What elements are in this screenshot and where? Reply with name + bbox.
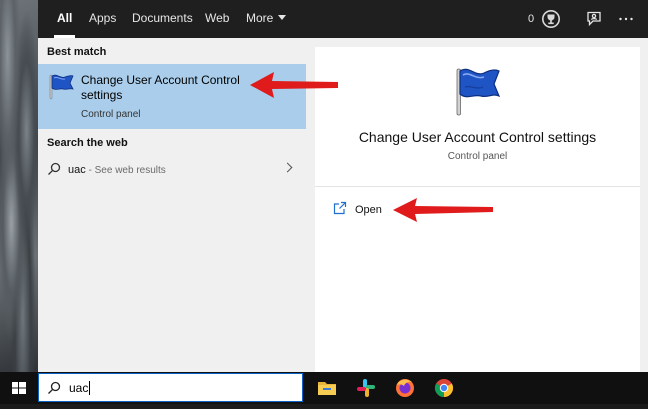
- start-button[interactable]: [0, 372, 38, 404]
- tab-web[interactable]: Web: [205, 0, 229, 38]
- tab-apps[interactable]: Apps: [89, 0, 116, 38]
- chevron-right-icon: [282, 162, 293, 173]
- search-input-value: uac: [69, 381, 89, 395]
- trophy-icon[interactable]: [541, 9, 561, 29]
- feedback-icon[interactable]: [584, 9, 604, 29]
- taskbar-search-box[interactable]: uac: [38, 373, 303, 402]
- more-options-icon[interactable]: [616, 9, 636, 29]
- chevron-down-icon: [278, 15, 287, 20]
- preview-subtitle: Control panel: [447, 151, 508, 162]
- best-match-header: Best match: [47, 46, 107, 58]
- search-icon: [47, 162, 61, 176]
- firefox-icon[interactable]: [394, 377, 416, 399]
- search-icon: [47, 381, 61, 395]
- annotation-arrow-best-match: [250, 72, 338, 98]
- annotation-arrow-open: [393, 198, 493, 222]
- text-caret: [89, 381, 91, 395]
- web-result-suffix: - See web results: [85, 165, 166, 176]
- rewards-count: 0: [528, 13, 535, 25]
- preview-title: Change User Account Control settings: [358, 129, 597, 145]
- windows-logo-icon: [12, 382, 26, 394]
- start-search-panel: All Apps Documents Web More 0 Best match…: [38, 0, 648, 372]
- web-result-query: uac: [68, 164, 86, 176]
- search-web-header: Search the web: [47, 137, 128, 149]
- divider: [315, 186, 640, 187]
- uac-flag-large-icon: [451, 65, 503, 117]
- desktop-wallpaper: [0, 0, 38, 372]
- tab-more-label: More: [246, 11, 274, 25]
- tab-all[interactable]: All: [53, 0, 76, 38]
- web-result-text: uac - See web results: [68, 164, 166, 176]
- slack-icon[interactable]: [355, 377, 377, 399]
- search-filter-bar: All Apps Documents Web More 0: [38, 0, 648, 38]
- uac-flag-icon: [47, 72, 75, 100]
- open-icon: [333, 201, 347, 215]
- web-result-item[interactable]: uac - See web results: [38, 156, 306, 184]
- taskbar: uac: [0, 372, 648, 404]
- file-explorer-icon[interactable]: [316, 377, 338, 399]
- open-label: Open: [355, 204, 382, 216]
- tab-documents[interactable]: Documents: [132, 0, 193, 38]
- best-match-subtitle: Control panel: [81, 109, 141, 120]
- tab-more[interactable]: More: [246, 0, 287, 38]
- search-input[interactable]: uac: [69, 381, 91, 395]
- chrome-icon[interactable]: [433, 377, 455, 399]
